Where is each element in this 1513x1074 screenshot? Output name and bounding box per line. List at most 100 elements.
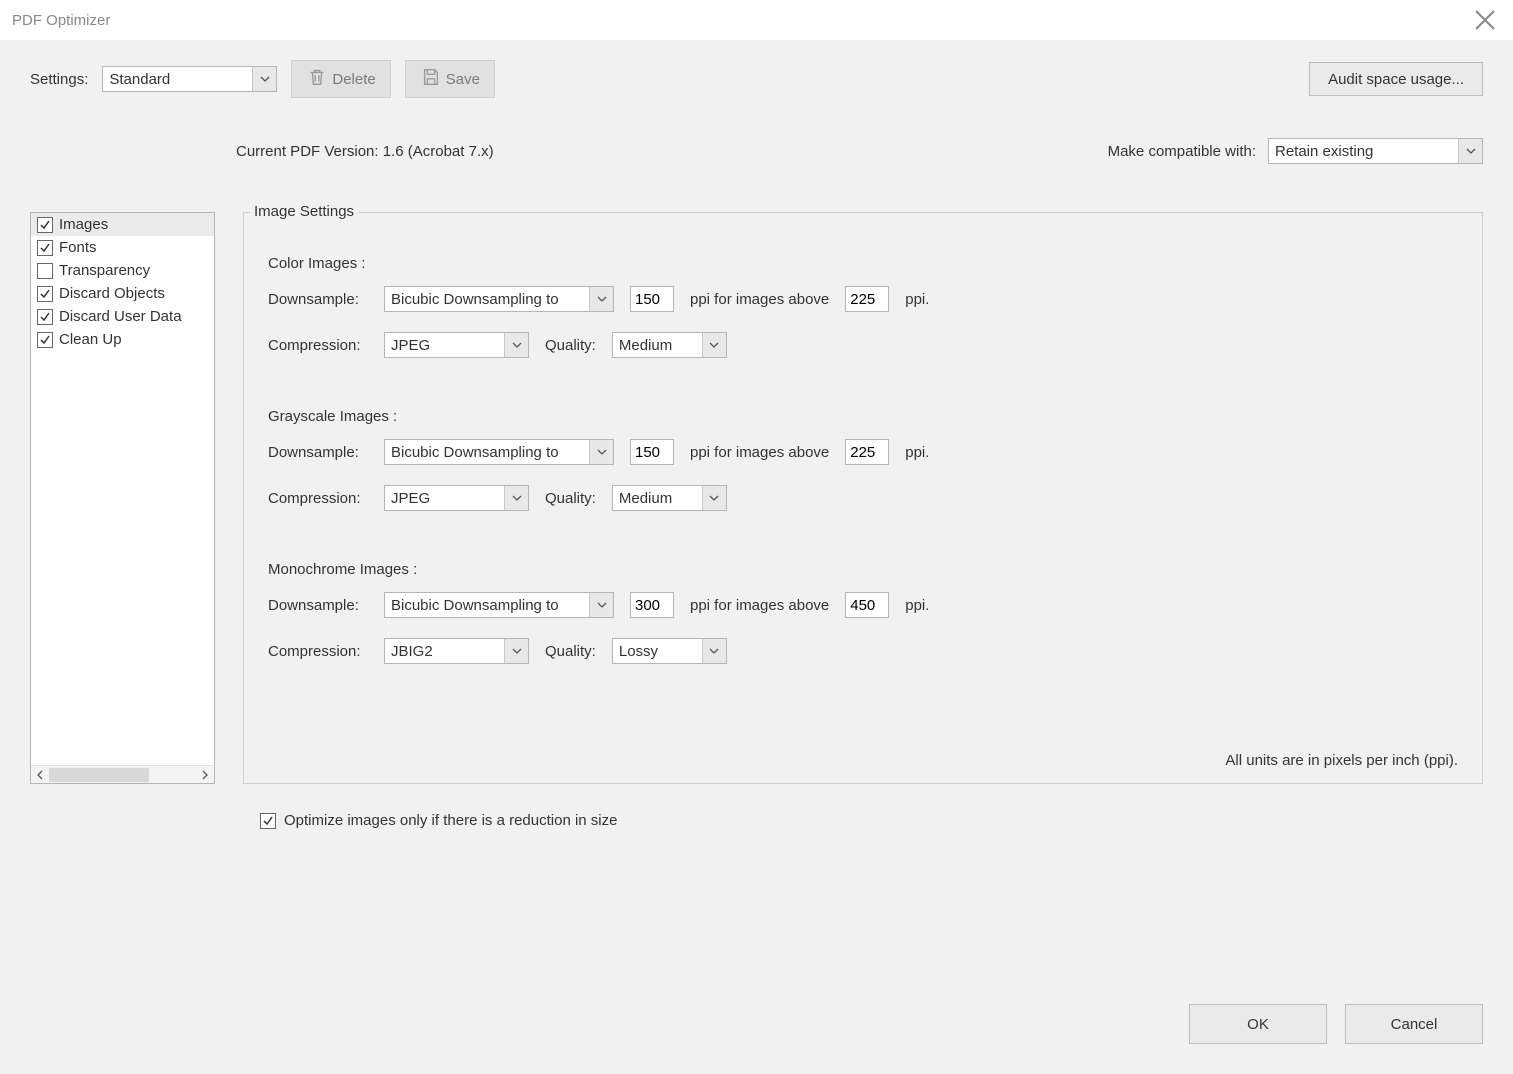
monochrome-images-header: Monochrome Images :	[268, 561, 1458, 578]
compat-label: Make compatible with:	[1108, 143, 1256, 160]
color-compression-select[interactable]: JPEG	[384, 332, 529, 358]
chevron-down-icon	[1458, 139, 1482, 163]
color-compression-row: Compression: JPEG Quality: Medium	[268, 332, 1458, 358]
mono-ppi-input[interactable]	[630, 592, 674, 618]
color-above-input[interactable]	[845, 286, 889, 312]
color-quality-select[interactable]: Medium	[612, 332, 727, 358]
titlebar: PDF Optimizer	[0, 0, 1513, 40]
gray-compression-row: Compression: JPEG Quality: Medium	[268, 485, 1458, 511]
compression-label: Compression:	[268, 490, 368, 507]
image-settings-panel: Image Settings Color Images : Downsample…	[243, 212, 1483, 784]
delete-label: Delete	[332, 71, 375, 88]
chevron-down-icon	[589, 440, 613, 464]
cancel-button[interactable]: Cancel	[1345, 1004, 1483, 1044]
compression-label: Compression:	[268, 643, 368, 660]
select-value: Bicubic Downsampling to	[391, 291, 559, 308]
sidebar-item-clean-up[interactable]: Clean Up	[31, 328, 214, 351]
mono-downsample-row: Downsample: Bicubic Downsampling to ppi …	[268, 592, 1458, 618]
checkbox-discard-objects[interactable]	[37, 286, 53, 302]
select-value: Bicubic Downsampling to	[391, 444, 559, 461]
cancel-label: Cancel	[1391, 1016, 1438, 1033]
gray-ppi-input[interactable]	[630, 439, 674, 465]
info-row: Current PDF Version: 1.6 (Acrobat 7.x) M…	[30, 138, 1483, 164]
gray-compression-select[interactable]: JPEG	[384, 485, 529, 511]
select-value: JPEG	[391, 337, 430, 354]
mono-quality-select[interactable]: Lossy	[612, 638, 727, 664]
sidebar-item-discard-objects[interactable]: Discard Objects	[31, 282, 214, 305]
chevron-down-icon	[702, 639, 726, 663]
checkbox-fonts[interactable]	[37, 240, 53, 256]
scroll-right-icon[interactable]	[196, 766, 214, 784]
chevron-down-icon	[504, 639, 528, 663]
category-list: Images Fonts Transparency Discard Object…	[30, 212, 215, 784]
optimize-checkbox-row: Optimize images only if there is a reduc…	[260, 812, 1483, 829]
ok-button[interactable]: OK	[1189, 1004, 1327, 1044]
compression-label: Compression:	[268, 337, 368, 354]
select-value: Medium	[619, 337, 672, 354]
footer-buttons: OK Cancel	[1189, 1004, 1483, 1044]
select-value: Medium	[619, 490, 672, 507]
floppy-icon	[420, 66, 442, 92]
settings-select[interactable]: Standard	[102, 66, 277, 92]
chevron-down-icon	[589, 287, 613, 311]
sidebar-label: Images	[59, 216, 108, 233]
sidebar-item-images[interactable]: Images	[31, 213, 214, 236]
chevron-down-icon	[252, 67, 276, 91]
sidebar-item-fonts[interactable]: Fonts	[31, 236, 214, 259]
checkbox-transparency[interactable]	[37, 263, 53, 279]
scroll-thumb[interactable]	[49, 768, 149, 782]
select-value: Lossy	[619, 643, 658, 660]
gray-downsample-select[interactable]: Bicubic Downsampling to	[384, 439, 614, 465]
save-button[interactable]: Save	[405, 60, 495, 98]
mono-compression-row: Compression: JBIG2 Quality: Lossy	[268, 638, 1458, 664]
units-note: All units are in pixels per inch (ppi).	[1225, 752, 1458, 769]
mono-above-input[interactable]	[845, 592, 889, 618]
ppi-label: ppi.	[905, 597, 929, 614]
color-images-header: Color Images :	[268, 255, 1458, 272]
select-value: JBIG2	[391, 643, 433, 660]
settings-value: Standard	[109, 71, 170, 88]
compat-value: Retain existing	[1275, 143, 1373, 160]
audit-button[interactable]: Audit space usage...	[1309, 62, 1483, 96]
sidebar-item-transparency[interactable]: Transparency	[31, 259, 214, 282]
color-ppi-input[interactable]	[630, 286, 674, 312]
settings-label: Settings:	[30, 71, 88, 88]
quality-label: Quality:	[545, 337, 596, 354]
sidebar-label: Transparency	[59, 262, 150, 279]
audit-label: Audit space usage...	[1328, 71, 1464, 88]
sidebar-scrollbar[interactable]	[31, 765, 214, 783]
close-icon[interactable]	[1473, 8, 1497, 32]
mono-compression-select[interactable]: JBIG2	[384, 638, 529, 664]
gray-above-input[interactable]	[845, 439, 889, 465]
delete-button[interactable]: Delete	[291, 60, 390, 98]
chevron-down-icon	[702, 333, 726, 357]
compat-select[interactable]: Retain existing	[1268, 138, 1483, 164]
optimize-checkbox[interactable]	[260, 813, 276, 829]
sidebar-label: Fonts	[59, 239, 97, 256]
select-value: JPEG	[391, 490, 430, 507]
ok-label: OK	[1247, 1016, 1269, 1033]
gray-quality-select[interactable]: Medium	[612, 485, 727, 511]
optimize-label: Optimize images only if there is a reduc…	[284, 812, 617, 829]
downsample-label: Downsample:	[268, 597, 368, 614]
chevron-down-icon	[504, 333, 528, 357]
mono-downsample-select[interactable]: Bicubic Downsampling to	[384, 592, 614, 618]
checkbox-discard-user-data[interactable]	[37, 309, 53, 325]
ppi-label: ppi.	[905, 444, 929, 461]
checkbox-images[interactable]	[37, 217, 53, 233]
scroll-left-icon[interactable]	[31, 766, 49, 784]
ppi-above-label: ppi for images above	[690, 444, 829, 461]
sidebar-label: Clean Up	[59, 331, 122, 348]
sidebar-label: Discard User Data	[59, 308, 182, 325]
ppi-label: ppi.	[905, 291, 929, 308]
save-label: Save	[446, 71, 480, 88]
sidebar-item-discard-user-data[interactable]: Discard User Data	[31, 305, 214, 328]
color-downsample-select[interactable]: Bicubic Downsampling to	[384, 286, 614, 312]
checkbox-clean-up[interactable]	[37, 332, 53, 348]
window-title: PDF Optimizer	[12, 12, 110, 29]
downsample-label: Downsample:	[268, 291, 368, 308]
main-area: Images Fonts Transparency Discard Object…	[30, 212, 1483, 784]
select-value: Bicubic Downsampling to	[391, 597, 559, 614]
ppi-above-label: ppi for images above	[690, 597, 829, 614]
quality-label: Quality:	[545, 490, 596, 507]
